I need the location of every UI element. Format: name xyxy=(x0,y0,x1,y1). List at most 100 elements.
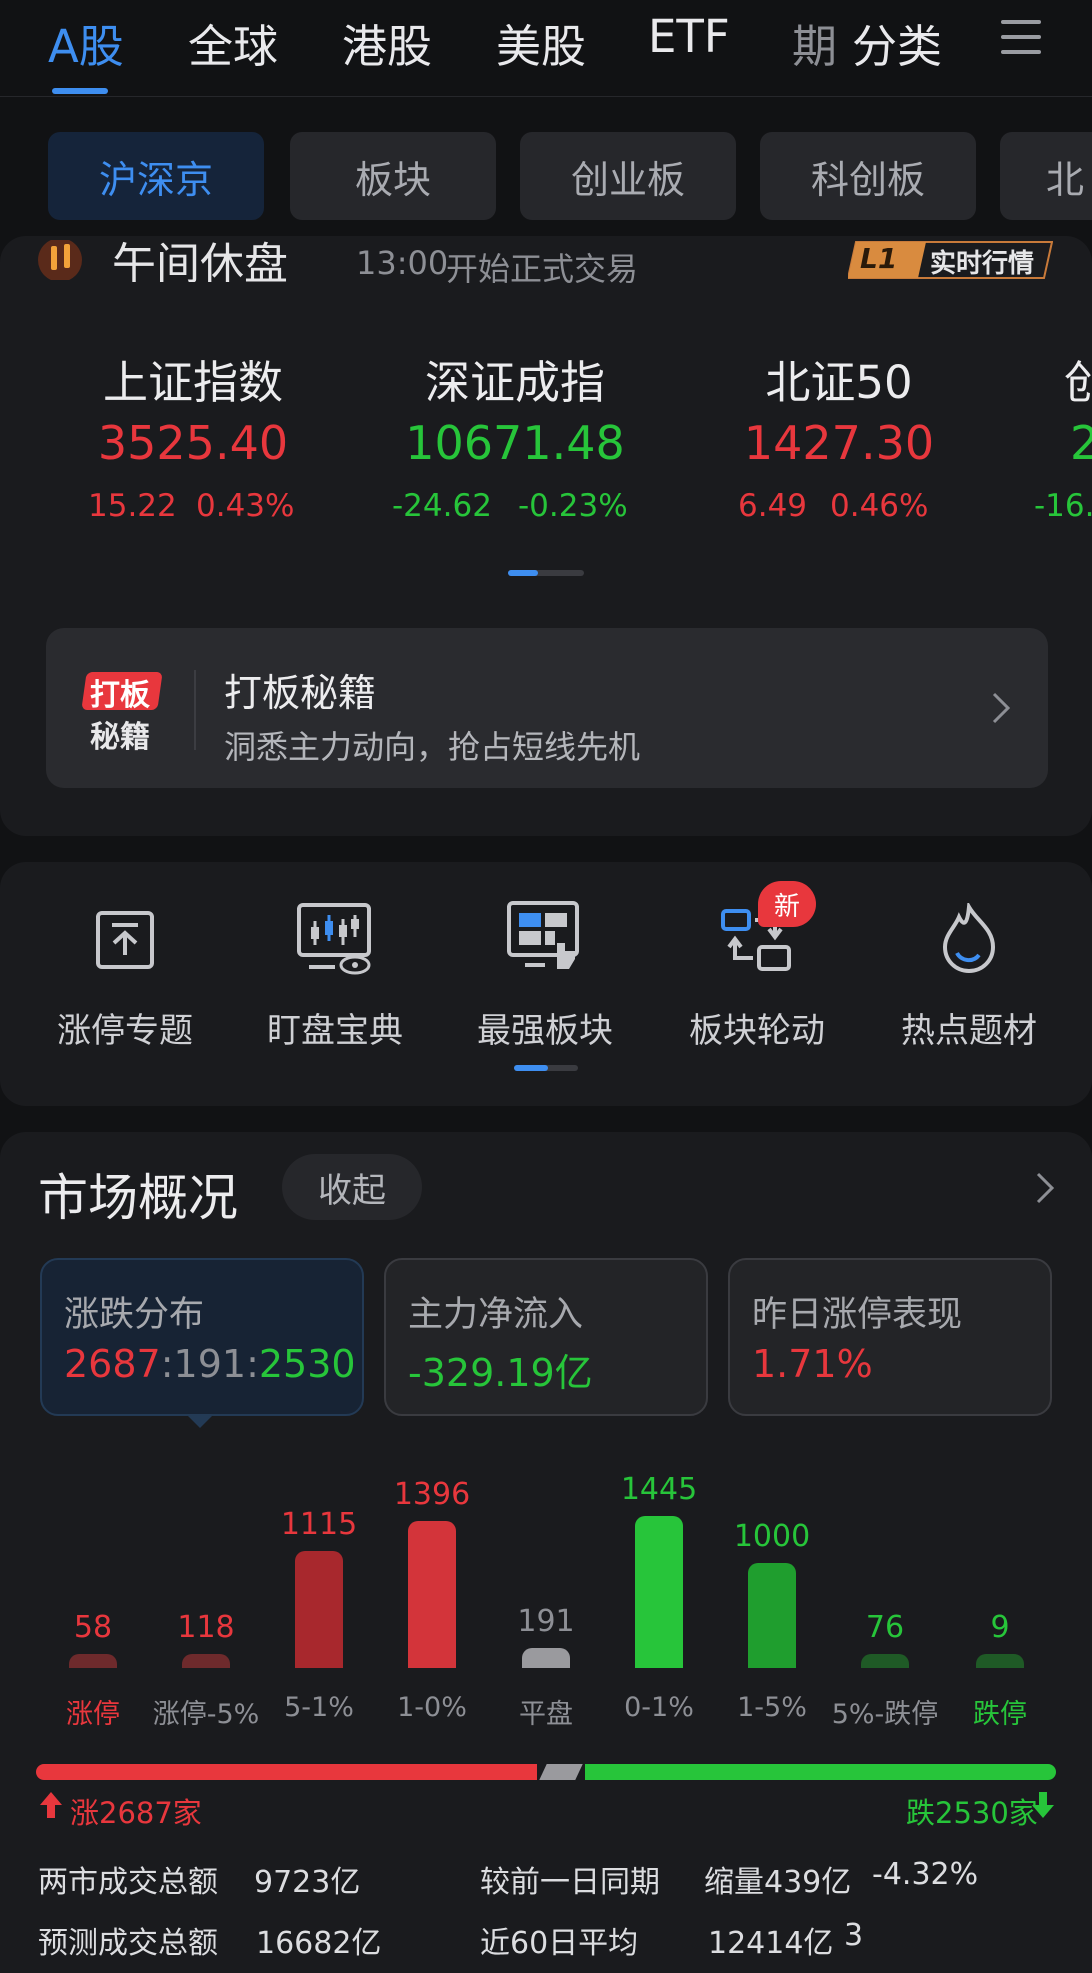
tool-strongest-sector[interactable]: 最强板块 xyxy=(460,895,630,1052)
chevron-right-icon xyxy=(990,690,1012,726)
bar-category-label: 涨停 xyxy=(66,1699,120,1730)
index-shanghai[interactable]: 上证指数 3525.40 15.22 0.43% xyxy=(58,340,328,540)
bar-category-label: 1-0% xyxy=(397,1692,467,1723)
badge-text: 实时行情 xyxy=(930,249,1035,279)
index-change: -24.62 xyxy=(392,488,492,524)
nav-tab-etf[interactable]: ETF xyxy=(648,10,730,63)
bar-value-label: 1115 xyxy=(280,1507,358,1542)
overview-card-title: 涨跌分布 xyxy=(64,1295,205,1335)
index-change: 15.22 xyxy=(88,488,177,524)
subtab-chinext[interactable]: 创业板 xyxy=(520,132,736,220)
subtab-shanghai-shenzhen-beijing[interactable]: 沪深京 xyxy=(48,132,264,220)
subtab-beijing[interactable]: 北 xyxy=(1000,132,1092,220)
tool-label: 盯盘宝典 xyxy=(267,1011,403,1051)
subtab-sector[interactable]: 板块 xyxy=(290,132,496,220)
tool-label: 热点题材 xyxy=(901,1011,1037,1051)
promo-subtitle: 洞悉主力动向，抢占短线先机 xyxy=(224,728,641,766)
new-badge: 新 xyxy=(758,881,816,927)
active-tab-indicator xyxy=(52,88,108,94)
overview-card-title: 主力净流入 xyxy=(408,1295,584,1335)
bar-category-label: 平盘 xyxy=(519,1699,573,1730)
breadth-bar xyxy=(36,1764,1056,1780)
nav-tab-category[interactable]: 分类 xyxy=(852,10,942,75)
market-open-note: 开始正式交易 xyxy=(446,250,639,288)
promo-logo-text-1: 打板 xyxy=(90,678,150,713)
index-shenzhen[interactable]: 深证成指 10671.48 -24.62 -0.23% xyxy=(380,340,650,540)
up-count-label: 涨2687家 xyxy=(70,1796,202,1830)
overview-card-title: 昨日涨停表现 xyxy=(752,1295,963,1335)
subtab-star[interactable]: 科创板 xyxy=(760,132,976,220)
collapse-button[interactable]: 收起 xyxy=(282,1154,422,1220)
market-status-title-wrap: 午间休盘 xyxy=(112,234,288,282)
avg-60d-extra: 3 xyxy=(844,1918,864,1953)
monitor-candlestick-icon xyxy=(250,895,420,977)
bar-value-label: 1445 xyxy=(620,1472,698,1507)
overview-chevron-right-icon[interactable] xyxy=(1034,1170,1056,1206)
breadth-flat-segment xyxy=(539,1764,583,1780)
nav-tab-futures[interactable]: 期 xyxy=(792,10,840,75)
index-name: 深证成指 xyxy=(424,356,605,409)
index-value: 3525.40 xyxy=(97,416,289,470)
bar-6 xyxy=(748,1563,796,1668)
realtime-quote-badge: L1 实时行情 xyxy=(848,240,1053,280)
flame-icon xyxy=(884,895,1054,977)
index-beijing50[interactable]: 北证50 1427.30 6.49 0.46% xyxy=(704,340,974,540)
index-value: 10671.48 xyxy=(405,416,625,470)
nav-tab-hk[interactable]: 港股 xyxy=(342,10,432,75)
index-pager-thumb xyxy=(508,570,538,576)
overview-card-main-inflow[interactable]: 主力净流入 -329.19亿 xyxy=(384,1258,708,1416)
bar-category-label: 1-5% xyxy=(737,1692,807,1723)
breadth-down-segment xyxy=(585,1764,1056,1780)
index-chinext[interactable]: 创 2 -16. xyxy=(1030,340,1092,540)
dashboard-hand-icon xyxy=(460,895,630,977)
index-value: 1427.30 xyxy=(743,416,935,470)
menu-icon[interactable] xyxy=(1001,20,1041,56)
tool-sector-rotation[interactable]: 板块轮动 新 xyxy=(672,881,842,1052)
bar-3 xyxy=(408,1521,456,1668)
promo-logo-icon: 打板 秘籍 xyxy=(80,668,166,755)
overview-card-yesterday-limit-up[interactable]: 昨日涨停表现 1.71% xyxy=(728,1258,1052,1416)
bar-category-label: 0-1% xyxy=(624,1692,694,1723)
bar-0 xyxy=(69,1654,117,1668)
market-status-title: 午间休盘 xyxy=(112,239,288,282)
index-value: 2 xyxy=(1070,416,1092,470)
compare-label: 较前一日同期 xyxy=(480,1865,660,1900)
index-row: 上证指数 3525.40 15.22 0.43% 深证成指 10671.48 -… xyxy=(0,340,1092,540)
top-nav: A股 全球 港股 美股 ETF 期 分类 xyxy=(0,0,1092,97)
breadth-up-segment xyxy=(36,1764,537,1780)
avg-60d-label: 近60日平均 xyxy=(480,1926,639,1961)
bar-value-label: 58 xyxy=(73,1610,113,1645)
overview-card-distribution[interactable]: 涨跌分布 2687:191:2530 xyxy=(40,1258,364,1416)
badge-code: L1 xyxy=(860,242,898,275)
rotate-cards-icon xyxy=(672,895,842,977)
bar-1 xyxy=(182,1654,230,1668)
tools-pager-thumb xyxy=(514,1065,548,1071)
index-change: -16. xyxy=(1034,488,1092,524)
index-name: 上证指数 xyxy=(102,356,283,409)
compare-value: 缩量439亿 xyxy=(704,1865,852,1900)
tool-hot-topics[interactable]: 热点题材 xyxy=(884,895,1054,1052)
overview-title: 市场概况 xyxy=(38,1169,238,1227)
compare-pct: -4.32% xyxy=(872,1857,979,1892)
bar-category-label: 5%-跌停 xyxy=(831,1699,939,1730)
promo-divider xyxy=(194,670,196,750)
nav-tab-us[interactable]: 美股 xyxy=(496,10,586,75)
market-open-time: 13:00 xyxy=(356,244,449,282)
promo-banner[interactable]: 打板 秘籍 打板秘籍 洞悉主力动向，抢占短线先机 xyxy=(46,628,1048,788)
index-pct: -0.23% xyxy=(518,488,628,524)
index-change: 6.49 xyxy=(738,488,808,524)
nav-tab-global[interactable]: 全球 xyxy=(188,10,278,75)
bar-7 xyxy=(861,1654,909,1668)
forecast-turnover-value: 16682亿 xyxy=(256,1926,382,1961)
bar-4 xyxy=(522,1648,570,1668)
avg-60d-value: 12414亿 xyxy=(708,1926,834,1961)
bar-value-label: 118 xyxy=(177,1610,235,1645)
active-card-pointer xyxy=(186,1414,214,1428)
tool-watch-guide[interactable]: 盯盘宝典 xyxy=(250,895,420,1052)
bar-value-label: 1000 xyxy=(733,1519,811,1554)
bar-8 xyxy=(976,1654,1024,1668)
nav-tab-a-shares[interactable]: A股 xyxy=(48,10,124,75)
arrow-down-icon xyxy=(1030,1790,1056,1820)
tool-limit-up[interactable]: 涨停专题 xyxy=(40,895,210,1052)
bar-value-label: 191 xyxy=(517,1604,575,1639)
